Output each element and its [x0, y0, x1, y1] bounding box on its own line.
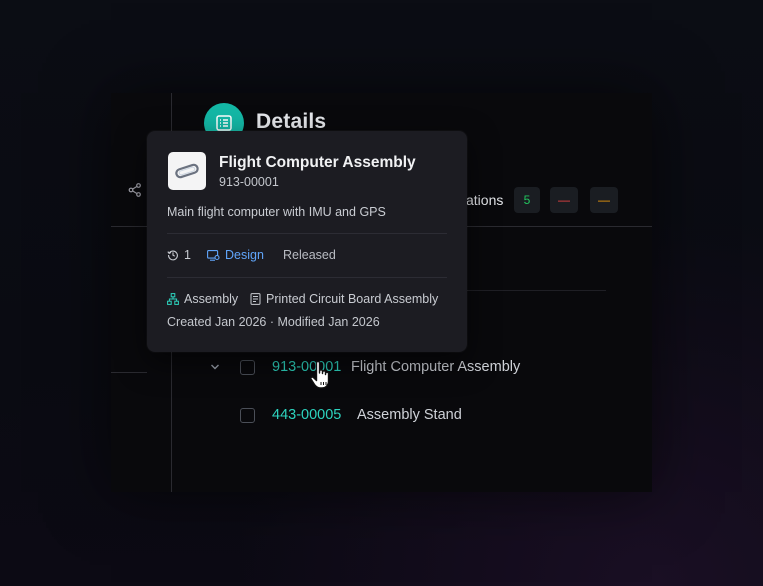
card-part-number: 913-00001: [219, 175, 279, 189]
divider: [167, 233, 447, 234]
hierarchy-icon: [167, 293, 179, 305]
chevron-down-icon[interactable]: [208, 360, 222, 374]
count-badge-orange: —: [590, 187, 618, 213]
part-type-label: Assembly: [184, 292, 239, 306]
share-icon[interactable]: [128, 183, 142, 197]
count-badge-red: —: [550, 187, 578, 213]
card-dates: Created Jan 2026 · Modified Jan 2026: [167, 315, 380, 329]
stage-badge: Design: [207, 248, 264, 262]
hand-cursor-icon: [310, 360, 330, 389]
stage-label: Design: [225, 248, 264, 262]
part-name: Flight Computer Assembly: [351, 359, 521, 375]
divider: [167, 277, 447, 278]
divider: [466, 290, 606, 291]
list-icon: [216, 115, 232, 131]
revision-count: 1: [167, 248, 191, 262]
card-description: Main flight computer with IMU and GPS: [167, 205, 386, 219]
divider: [111, 372, 147, 373]
document-icon: [250, 293, 261, 305]
tab-locations[interactable]: ations: [466, 192, 503, 208]
row-checkbox[interactable]: [240, 408, 255, 423]
status-label: Released: [283, 248, 336, 262]
divider: [466, 226, 652, 227]
part-name: Assembly Stand: [357, 407, 462, 423]
row-checkbox[interactable]: [240, 360, 255, 375]
history-icon: [167, 250, 178, 261]
part-preview-card: Flight Computer Assembly 913-00001 Main …: [147, 131, 467, 352]
count-badge-green: 5: [514, 187, 540, 213]
part-type: Assembly: [167, 292, 238, 306]
part-category: Printed Circuit Board Assembly: [250, 292, 438, 306]
card-title: Flight Computer Assembly: [219, 154, 416, 171]
part-category-label: Printed Circuit Board Assembly: [266, 292, 439, 306]
part-number-link[interactable]: 443-00005: [272, 407, 341, 423]
part-thumbnail: [168, 152, 206, 190]
revision-value: 1: [184, 248, 191, 262]
link-icon: [175, 163, 199, 179]
design-icon: [207, 249, 220, 261]
